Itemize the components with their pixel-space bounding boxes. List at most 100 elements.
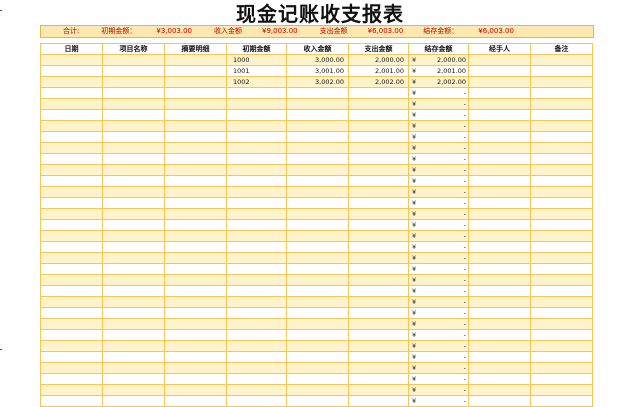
cell-item[interactable] bbox=[102, 340, 165, 352]
cell-date[interactable] bbox=[40, 186, 103, 198]
cell-balance[interactable]: ¥2,001.00 bbox=[408, 65, 469, 77]
cell-item[interactable] bbox=[102, 296, 165, 308]
cell-date[interactable] bbox=[40, 153, 103, 165]
cell-summary[interactable] bbox=[164, 307, 227, 319]
cell-summary[interactable] bbox=[164, 230, 227, 242]
cell-summary[interactable] bbox=[164, 219, 227, 231]
cell-income[interactable] bbox=[286, 351, 349, 363]
cell-summary[interactable] bbox=[164, 395, 227, 407]
cell-income[interactable] bbox=[286, 197, 349, 209]
cell-note[interactable] bbox=[530, 263, 593, 275]
cell-summary[interactable] bbox=[164, 351, 227, 363]
cell-note[interactable] bbox=[530, 340, 593, 352]
cell-expense[interactable] bbox=[348, 318, 409, 330]
cell-item[interactable] bbox=[102, 395, 165, 407]
cell-expense[interactable] bbox=[348, 131, 409, 143]
cell-item[interactable] bbox=[102, 351, 165, 363]
cell-date[interactable] bbox=[40, 285, 103, 297]
cell-date[interactable] bbox=[40, 175, 103, 187]
cell-opening[interactable] bbox=[226, 241, 287, 253]
cell-note[interactable] bbox=[530, 54, 593, 66]
cell-income[interactable] bbox=[286, 296, 349, 308]
cell-handler[interactable] bbox=[468, 153, 531, 165]
cell-expense[interactable] bbox=[348, 142, 409, 154]
cell-handler[interactable] bbox=[468, 241, 531, 253]
cell-opening[interactable] bbox=[226, 175, 287, 187]
cell-note[interactable] bbox=[530, 230, 593, 242]
cell-date[interactable] bbox=[40, 142, 103, 154]
cell-date[interactable] bbox=[40, 274, 103, 286]
cell-item[interactable] bbox=[102, 329, 165, 341]
cell-note[interactable] bbox=[530, 219, 593, 231]
cell-expense[interactable] bbox=[348, 197, 409, 209]
cell-date[interactable] bbox=[40, 109, 103, 121]
cell-note[interactable] bbox=[530, 109, 593, 121]
cell-handler[interactable] bbox=[468, 351, 531, 363]
cell-expense[interactable] bbox=[348, 362, 409, 374]
cell-income[interactable] bbox=[286, 384, 349, 396]
cell-opening[interactable] bbox=[226, 186, 287, 198]
cell-handler[interactable] bbox=[468, 120, 531, 132]
cell-income[interactable] bbox=[286, 109, 349, 121]
cell-date[interactable] bbox=[40, 131, 103, 143]
cell-handler[interactable] bbox=[468, 87, 531, 99]
cell-date[interactable] bbox=[40, 219, 103, 231]
cell-expense[interactable] bbox=[348, 252, 409, 264]
cell-handler[interactable] bbox=[468, 142, 531, 154]
cell-handler[interactable] bbox=[468, 208, 531, 220]
cell-item[interactable] bbox=[102, 120, 165, 132]
cell-balance[interactable]: ¥ - bbox=[408, 230, 469, 242]
cell-expense[interactable] bbox=[348, 175, 409, 187]
cell-date[interactable] bbox=[40, 296, 103, 308]
cell-date[interactable] bbox=[40, 252, 103, 264]
cell-opening[interactable] bbox=[226, 131, 287, 143]
cell-summary[interactable] bbox=[164, 274, 227, 286]
cell-date[interactable] bbox=[40, 329, 103, 341]
cell-handler[interactable] bbox=[468, 274, 531, 286]
cell-note[interactable] bbox=[530, 175, 593, 187]
cell-summary[interactable] bbox=[164, 142, 227, 154]
cell-handler[interactable] bbox=[468, 384, 531, 396]
cell-income[interactable] bbox=[286, 252, 349, 264]
cell-note[interactable] bbox=[530, 296, 593, 308]
cell-date[interactable] bbox=[40, 164, 103, 176]
cell-summary[interactable] bbox=[164, 208, 227, 220]
cell-item[interactable] bbox=[102, 65, 165, 77]
cell-date[interactable] bbox=[40, 307, 103, 319]
cell-item[interactable] bbox=[102, 87, 165, 99]
cell-item[interactable] bbox=[102, 307, 165, 319]
cell-balance[interactable]: ¥ - bbox=[408, 340, 469, 352]
cell-balance[interactable]: ¥ - bbox=[408, 175, 469, 187]
cell-expense[interactable] bbox=[348, 307, 409, 319]
cell-item[interactable] bbox=[102, 263, 165, 275]
cell-handler[interactable] bbox=[468, 252, 531, 264]
cell-income[interactable] bbox=[286, 186, 349, 198]
cell-note[interactable] bbox=[530, 153, 593, 165]
cell-item[interactable] bbox=[102, 98, 165, 110]
cell-income[interactable]: 3,002.00 bbox=[286, 76, 349, 88]
cell-balance[interactable]: ¥ - bbox=[408, 241, 469, 253]
cell-balance[interactable]: ¥2,002.00 bbox=[408, 76, 469, 88]
cell-balance[interactable]: ¥ - bbox=[408, 395, 469, 407]
cell-income[interactable] bbox=[286, 175, 349, 187]
cell-item[interactable] bbox=[102, 318, 165, 330]
cell-income[interactable] bbox=[286, 230, 349, 242]
cell-expense[interactable] bbox=[348, 186, 409, 198]
cell-income[interactable] bbox=[286, 263, 349, 275]
cell-income[interactable] bbox=[286, 307, 349, 319]
cell-expense[interactable] bbox=[348, 120, 409, 132]
cell-note[interactable] bbox=[530, 318, 593, 330]
cell-balance[interactable]: ¥ - bbox=[408, 109, 469, 121]
cell-item[interactable] bbox=[102, 186, 165, 198]
cell-opening[interactable] bbox=[226, 362, 287, 374]
cell-opening[interactable] bbox=[226, 329, 287, 341]
cell-note[interactable] bbox=[530, 373, 593, 385]
cell-item[interactable] bbox=[102, 164, 165, 176]
cell-note[interactable] bbox=[530, 142, 593, 154]
cell-date[interactable] bbox=[40, 76, 103, 88]
cell-item[interactable] bbox=[102, 76, 165, 88]
cell-opening[interactable]: 1001 bbox=[226, 65, 287, 77]
cell-summary[interactable] bbox=[164, 362, 227, 374]
cell-income[interactable] bbox=[286, 98, 349, 110]
cell-item[interactable] bbox=[102, 373, 165, 385]
